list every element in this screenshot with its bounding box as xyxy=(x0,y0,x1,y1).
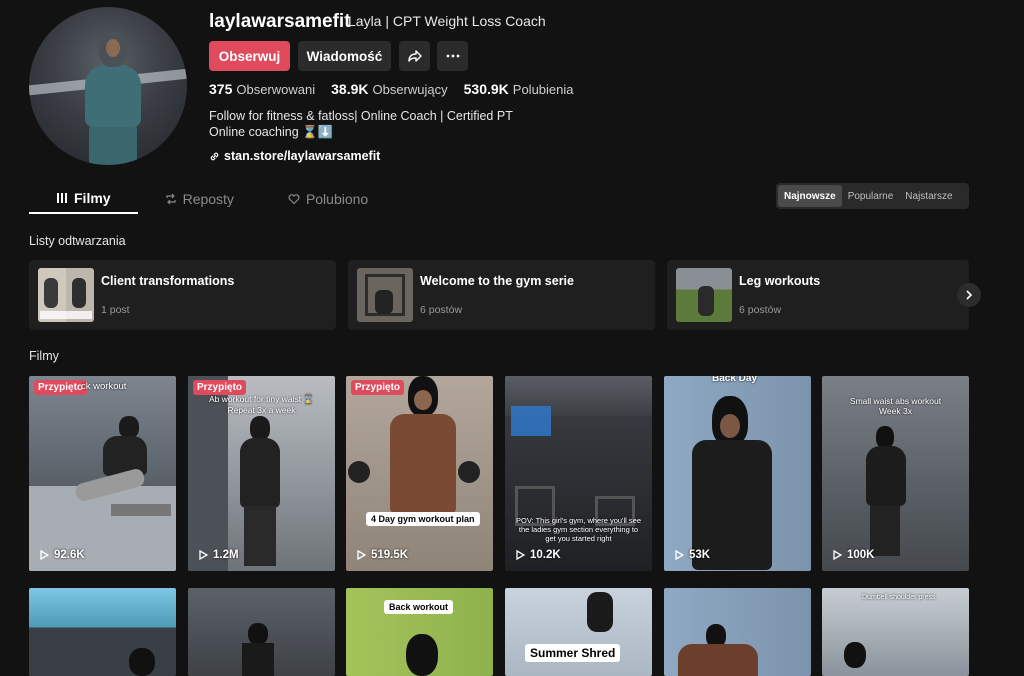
video-card[interactable] xyxy=(664,588,811,676)
playlist-count: 6 postów xyxy=(739,304,782,316)
nickname: Layla | CPT Weight Loss Coach xyxy=(348,13,546,29)
view-count: 92.6K xyxy=(54,549,85,561)
profile-link[interactable]: stan.store/laylawarsamefit xyxy=(209,149,380,163)
message-button[interactable]: Wiadomość xyxy=(298,41,391,71)
playlist-card[interactable]: Leg workouts 6 postów xyxy=(667,260,969,330)
video-caption: Summer Shred xyxy=(525,644,621,662)
share-icon xyxy=(407,50,422,62)
playlist-title: Leg workouts xyxy=(739,274,821,288)
playlist-next-button[interactable] xyxy=(957,283,981,307)
stat-label: Obserwujący xyxy=(372,82,448,97)
view-count: 53K xyxy=(689,549,711,561)
tab-label: Reposty xyxy=(182,190,234,207)
video-caption: Back workout xyxy=(384,600,454,614)
video-card[interactable]: Summer Shred xyxy=(505,588,652,676)
username: laylawarsamefit xyxy=(209,11,351,32)
video-caption: POV: This girl's gym, where you'll see t… xyxy=(516,516,641,543)
bio-line: Online coaching ⌛⬇️ xyxy=(209,125,334,139)
stat-likes: 530.9K Polubienia xyxy=(464,81,574,97)
view-count: 100K xyxy=(847,549,875,561)
video-views: 10.2K xyxy=(515,549,561,561)
playlist-thumbnail xyxy=(38,268,94,322)
tab-videos[interactable]: Filmy xyxy=(29,183,138,214)
playlist-count: 6 postów xyxy=(420,304,463,316)
play-icon xyxy=(40,550,49,560)
video-caption: 4 Day gym workout plan xyxy=(366,512,480,526)
play-icon xyxy=(357,550,366,560)
bio-line: Follow for fitness & fatloss| Online Coa… xyxy=(209,109,513,123)
sort-popular[interactable]: Popularne xyxy=(842,185,900,207)
share-button[interactable] xyxy=(399,41,430,71)
stat-followers[interactable]: 38.9K Obserwujący xyxy=(331,81,448,97)
video-card[interactable] xyxy=(29,588,176,676)
more-icon xyxy=(446,54,459,58)
video-caption: Ab workout for tiny waist ⌛ Repeat 3x a … xyxy=(208,394,315,415)
playlist-title: Client transformations xyxy=(101,274,235,288)
stat-label: Polubienia xyxy=(512,82,574,97)
video-views: 519.5K xyxy=(356,549,408,561)
sort-newest[interactable]: Najnowsze xyxy=(778,185,842,207)
videos-heading: Filmy xyxy=(29,349,59,363)
video-card[interactable]: Przypięto Ab workout for tiny waist ⌛ Re… xyxy=(188,376,335,571)
stat-value: 375 xyxy=(209,81,233,97)
video-caption: Back Day xyxy=(712,376,758,384)
play-icon xyxy=(516,550,525,560)
playlist-card[interactable]: Welcome to the gym serie 6 postów xyxy=(348,260,655,330)
stat-value: 530.9K xyxy=(463,81,509,97)
video-card[interactable]: Przypięto 4 Day gym workout plan 519.5K xyxy=(346,376,493,571)
playlist-count: 1 post xyxy=(101,304,130,316)
video-card[interactable] xyxy=(188,588,335,676)
video-card[interactable]: Przypięto ck workout 92.6K xyxy=(29,376,176,571)
tab-label: Filmy xyxy=(74,189,111,206)
avatar[interactable] xyxy=(29,7,187,165)
playlist-thumbnail xyxy=(676,268,732,322)
stat-value: 38.9K xyxy=(331,81,369,97)
video-card[interactable]: Back Day 53K xyxy=(664,376,811,571)
play-icon xyxy=(833,550,842,560)
playlist-title: Welcome to the gym serie xyxy=(420,274,574,288)
video-card[interactable]: Dumbell shoulder press xyxy=(822,588,969,676)
follow-button[interactable]: Obserwuj xyxy=(209,41,290,71)
video-caption: Small waist abs workout Week 3x xyxy=(849,396,942,416)
stat-label: Obserwowani xyxy=(236,82,316,97)
playlist-card[interactable]: Client transformations 1 post xyxy=(29,260,336,330)
stat-following[interactable]: 375 Obserwowani xyxy=(209,81,315,97)
view-count: 519.5K xyxy=(371,549,409,561)
video-card[interactable]: POV: This girl's gym, where you'll see t… xyxy=(505,376,652,571)
repost-icon xyxy=(165,193,176,204)
chevron-right-icon xyxy=(966,290,973,300)
tab-bar: Filmy Reposty Polubiono xyxy=(29,183,395,214)
heart-icon xyxy=(288,193,300,204)
pinned-badge: Przypięto xyxy=(351,380,405,395)
view-count: 10.2K xyxy=(530,549,561,561)
video-views: 100K xyxy=(832,549,875,561)
pinned-badge: Przypięto xyxy=(193,380,247,395)
playlists-heading: Listy odtwarzania xyxy=(29,234,126,248)
more-button[interactable] xyxy=(437,41,468,71)
stats-row: 375 Obserwowani 38.9K Obserwujący 530.9K Po… xyxy=(209,81,574,97)
video-views: 53K xyxy=(674,549,710,561)
playlist-thumbnail xyxy=(357,268,413,322)
tab-reposts[interactable]: Reposty xyxy=(138,183,261,214)
video-views: 1.2M xyxy=(198,549,239,561)
pinned-badge: Przypięto xyxy=(34,380,88,395)
tab-liked[interactable]: Polubiono xyxy=(261,183,395,214)
video-card[interactable]: Back workout xyxy=(346,588,493,676)
video-card[interactable]: Small waist abs workout Week 3x 100K xyxy=(822,376,969,571)
grid-icon xyxy=(57,192,67,203)
video-views: 92.6K xyxy=(39,549,85,561)
play-icon xyxy=(199,550,208,560)
video-caption: Dumbell shoulder press xyxy=(862,594,936,601)
tab-label: Polubiono xyxy=(305,190,369,207)
profile-page: laylawarsamefit Layla | CPT Weight Loss … xyxy=(0,0,1024,676)
bio: Follow for fitness & fatloss| Online Coa… xyxy=(209,108,513,140)
sort-toggle: Najnowsze Popularne Najstarsze xyxy=(776,183,969,209)
sort-oldest[interactable]: Najstarsze xyxy=(899,185,958,207)
video-caption: ck workout xyxy=(81,381,127,392)
play-icon xyxy=(675,550,684,560)
link-text: stan.store/laylawarsamefit xyxy=(224,149,381,163)
link-icon xyxy=(210,152,219,160)
view-count: 1.2M xyxy=(213,549,239,561)
